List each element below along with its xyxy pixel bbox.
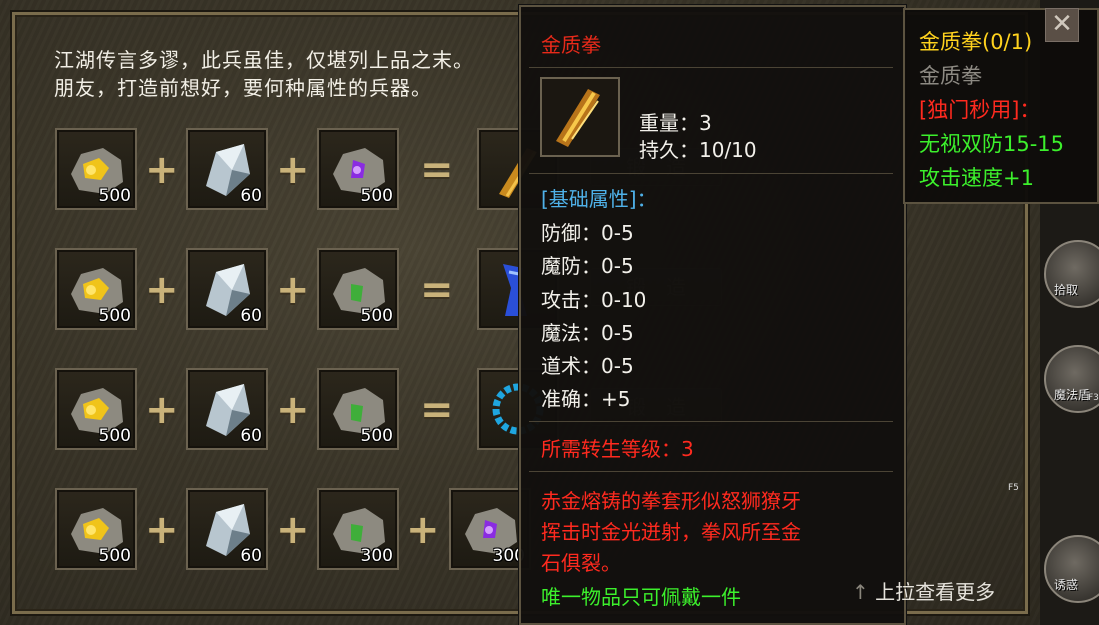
special-header: [独门秒用]：: [919, 98, 1041, 122]
item-count: 300: [360, 546, 393, 566]
stat-taoism: 道术：0-5: [541, 354, 634, 378]
intro-line-1: 江湖传言多谬，此兵虽佳，仅堪列上品之末。: [54, 48, 474, 72]
set-item-name: 金质拳: [919, 64, 982, 88]
plus-sign: +: [145, 267, 179, 313]
special-effect: 无视双防15-15: [919, 132, 1065, 156]
crystal-slot[interactable]: 60: [186, 368, 268, 450]
plus-sign: +: [276, 387, 310, 433]
equals-sign: =: [420, 147, 454, 193]
stat-accuracy: 准确：+5: [541, 387, 631, 411]
ore-gold-slot[interactable]: 500: [55, 488, 137, 570]
item-count: 500: [360, 186, 393, 206]
item-count: 500: [98, 306, 131, 326]
hotkey-label: F3: [1088, 393, 1099, 403]
skill-label: 诱惑: [1054, 578, 1079, 592]
plus-sign: +: [276, 147, 310, 193]
ore-gold-slot[interactable]: 500: [55, 368, 137, 450]
item-title: 金质拳: [541, 33, 601, 57]
ore-green-slot[interactable]: 500: [317, 248, 399, 330]
item-description-line: 挥击时金光迸射，拳风所至金: [541, 520, 801, 544]
item-count: 500: [360, 306, 393, 326]
item-count: 500: [98, 426, 131, 446]
stat-attack: 攻击：0-10: [541, 288, 647, 312]
rebirth-requirement: 所需转生等级：3: [541, 437, 694, 461]
item-count: 60: [240, 546, 262, 566]
item-weight: 重量：3: [639, 111, 712, 135]
item-tooltip: 金质拳 重量：3 持久：10/10 [基础属性]： 防御：0-5 魔防：0-5 …: [519, 5, 906, 625]
divider: [529, 173, 893, 174]
item-count: 60: [240, 186, 262, 206]
plus-sign: +: [276, 267, 310, 313]
plus-sign: +: [145, 387, 179, 433]
intro-text: 江湖传言多谬，此兵虽佳，仅堪列上品之末。 朋友，打造前想好，要何种属性的兵器。: [54, 46, 474, 102]
item-icon-frame: [540, 77, 620, 157]
claw-weapon-icon: [556, 89, 600, 147]
close-button[interactable]: ✕: [1045, 8, 1079, 42]
stat-magic: 魔法：0-5: [541, 321, 634, 345]
ore-gold-slot[interactable]: 500: [55, 248, 137, 330]
base-attributes-header: [基础属性]：: [541, 187, 657, 211]
set-name: 金质拳(0/1): [919, 30, 1033, 54]
divider: [529, 67, 893, 68]
ore-gold-slot[interactable]: 500: [55, 128, 137, 210]
plus-sign: +: [276, 507, 310, 553]
item-count: 60: [240, 306, 262, 326]
unique-item-note: 唯一物品只可佩戴一件: [541, 585, 741, 609]
item-count: 500: [98, 186, 131, 206]
divider: [529, 421, 893, 422]
stat-defense: 防御：0-5: [541, 221, 634, 245]
item-description-line: 石俱裂。: [541, 551, 621, 575]
item-count: 500: [98, 546, 131, 566]
crystal-slot[interactable]: 60: [186, 128, 268, 210]
skill-label: 拾取: [1054, 283, 1079, 297]
hotkey-label: F5: [1008, 483, 1019, 493]
divider: [529, 471, 893, 472]
ore-green-slot[interactable]: 500: [317, 368, 399, 450]
equals-sign: =: [420, 387, 454, 433]
stat-magic-defense: 魔防：0-5: [541, 254, 634, 278]
special-effect: 攻击速度+1: [919, 166, 1034, 190]
crystal-slot[interactable]: 60: [186, 248, 268, 330]
scroll-hint: ↑ 上拉查看更多: [852, 576, 995, 605]
item-count: 60: [240, 426, 262, 446]
equals-sign: =: [420, 267, 454, 313]
plus-sign: +: [145, 507, 179, 553]
item-count: 500: [360, 426, 393, 446]
item-description-line: 赤金熔铸的拳套形似怒狮獠牙: [541, 489, 801, 513]
ore-green-slot[interactable]: 300: [317, 488, 399, 570]
ore-purple-slot[interactable]: 500: [317, 128, 399, 210]
crystal-slot[interactable]: 60: [186, 488, 268, 570]
scroll-hint-text: 上拉查看更多: [875, 580, 996, 604]
skill-label: 魔法盾: [1054, 388, 1091, 402]
intro-line-2: 朋友，打造前想好，要何种属性的兵器。: [54, 76, 432, 100]
plus-sign: +: [406, 507, 440, 553]
arrow-up-icon: ↑: [852, 580, 869, 604]
item-durability: 持久：10/10: [639, 138, 757, 162]
plus-sign: +: [145, 147, 179, 193]
